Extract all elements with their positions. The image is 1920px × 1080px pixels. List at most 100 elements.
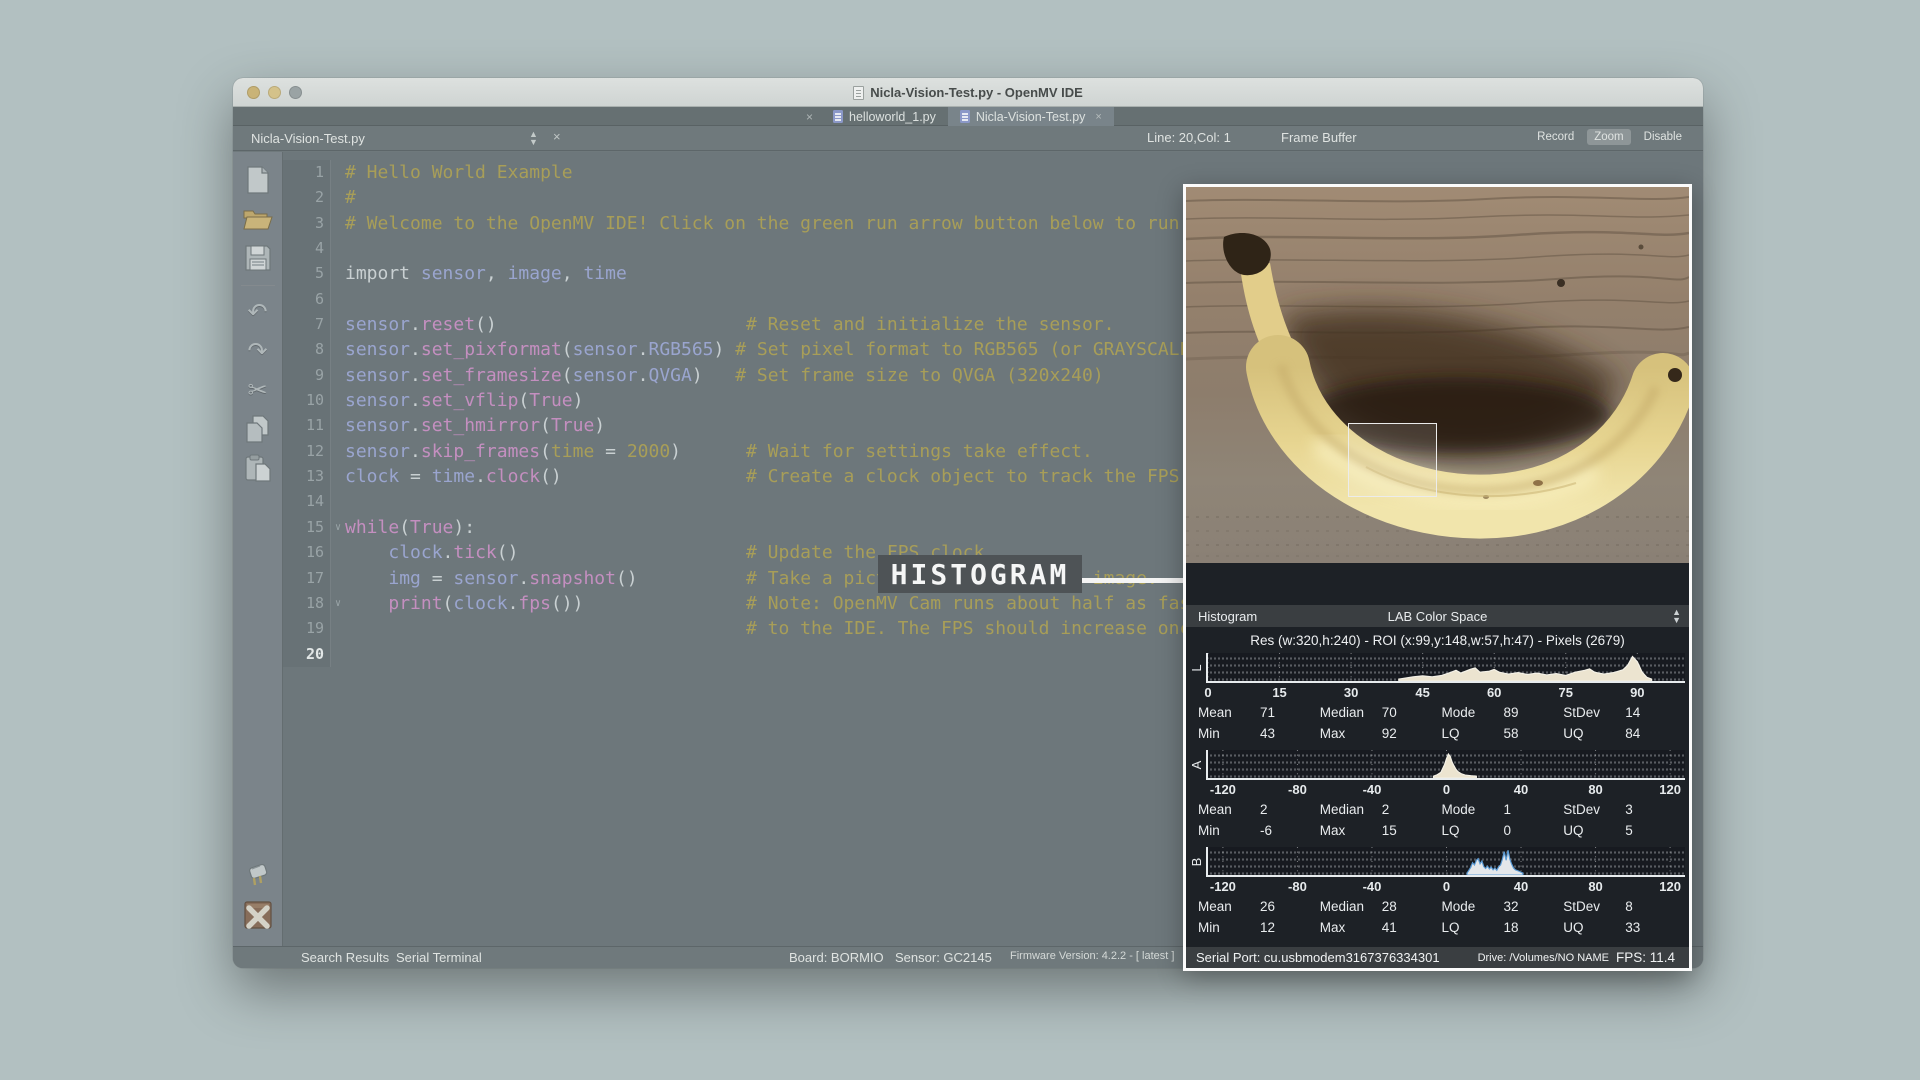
fold-marker-icon	[331, 642, 345, 667]
tab-label: Nicla-Vision-Test.py	[976, 110, 1086, 124]
tab-helloworld[interactable]: helloworld_1.py	[821, 107, 948, 126]
fold-marker-icon	[331, 261, 345, 286]
axis-tick: -40	[1363, 782, 1382, 797]
axis-tick: 0	[1443, 782, 1450, 797]
fold-marker-icon	[331, 464, 345, 489]
fold-marker-icon	[331, 413, 345, 438]
axis-ticks: -120-80-4004080120	[1208, 780, 1685, 799]
line-col-indicator: Line: 20,Col: 1	[1147, 130, 1231, 145]
axis-tick: 0	[1443, 879, 1450, 894]
line-number: 3	[283, 211, 331, 236]
chevron-updown-icon[interactable]: ▲▼	[529, 130, 538, 146]
frame-buffer-panel: Histogram LAB Color Space ▲▼ Res (w:320,…	[1183, 184, 1692, 971]
stat-uq: UQ33	[1563, 917, 1685, 938]
axis-tick: -80	[1288, 782, 1307, 797]
code-text: # Hello World Example	[345, 160, 573, 185]
code-text: import sensor, image, time	[345, 261, 627, 286]
code-text: #	[345, 185, 356, 210]
fold-marker-icon	[331, 312, 345, 337]
axis-tick: 80	[1588, 782, 1602, 797]
code-text: sensor.set_framesize(sensor.QVGA) # Set …	[345, 363, 1104, 388]
stat-uq: UQ84	[1563, 723, 1685, 744]
new-file-icon[interactable]	[242, 164, 274, 196]
redo-icon[interactable]: ↷	[242, 335, 274, 367]
board-status: Board: BORMIO	[789, 950, 884, 965]
stat-stdev: StDev3	[1563, 799, 1685, 820]
code-line-1[interactable]: 1# Hello World Example	[283, 160, 1703, 185]
chevron-updown-icon[interactable]: ▲▼	[1672, 608, 1681, 624]
close-tab-icon[interactable]: ×	[1095, 111, 1101, 123]
axis-tick: 60	[1487, 685, 1501, 700]
axis-tick: -40	[1363, 879, 1382, 894]
channel-stats: Mean71Median70Mode89StDev14Min43Max92LQ5…	[1186, 702, 1685, 744]
fold-marker-icon	[331, 566, 345, 591]
serial-terminal-toggle[interactable]: Serial Terminal	[396, 950, 482, 965]
stat-mean: Mean2	[1198, 799, 1320, 820]
stat-max: Max15	[1320, 820, 1442, 841]
code-text: # Welcome to the OpenMV IDE! Click on th…	[345, 211, 1310, 236]
zoom-button[interactable]: Zoom	[1587, 129, 1630, 145]
line-number: 17	[283, 566, 331, 591]
undo-icon[interactable]: ↶	[242, 296, 274, 328]
fold-marker-icon	[331, 439, 345, 464]
axis-tick: -80	[1288, 879, 1307, 894]
tab-nicla-vision-test[interactable]: Nicla-Vision-Test.py ×	[948, 107, 1114, 126]
stat-lq: LQ18	[1442, 917, 1564, 938]
close-file-icon[interactable]: ×	[553, 129, 561, 144]
stat-min: Min-6	[1198, 820, 1320, 841]
tab-label: helloworld_1.py	[849, 110, 936, 124]
titlebar[interactable]: Nicla-Vision-Test.py - OpenMV IDE	[233, 78, 1703, 107]
fold-marker-icon	[331, 540, 345, 565]
code-text: sensor.set_pixformat(sensor.RGB565) # Se…	[345, 337, 1201, 362]
line-number: 19	[283, 616, 331, 641]
sensor-status: Sensor: GC2145	[895, 950, 992, 965]
paste-icon[interactable]	[242, 452, 274, 484]
save-file-icon[interactable]	[242, 242, 274, 274]
file-selector[interactable]: Nicla-Vision-Test.py	[251, 126, 365, 151]
fps-info: FPS: 11.4	[1616, 950, 1675, 965]
file-icon	[833, 110, 843, 123]
frame-buffer-label: Frame Buffer	[1281, 130, 1357, 145]
channel-stats: Mean2Median2Mode1StDev3Min-6Max15LQ0UQ5	[1186, 799, 1685, 841]
stat-lq: LQ0	[1442, 820, 1564, 841]
color-space-select[interactable]: LAB Color Space	[1186, 609, 1689, 624]
fold-marker-icon	[331, 185, 345, 210]
line-number: 14	[283, 489, 331, 514]
open-file-icon[interactable]	[242, 203, 274, 235]
banana-photo	[1186, 187, 1689, 563]
axis-tick: 30	[1344, 685, 1358, 700]
a-channel-histogram: A -120-80-4004080120 Mean2Median2Mode1St…	[1186, 750, 1685, 841]
line-number: 4	[283, 236, 331, 261]
line-number: 13	[283, 464, 331, 489]
fold-marker-icon	[331, 236, 345, 261]
serial-port-info: Serial Port: cu.usbmodem3167376334301	[1196, 950, 1440, 965]
cut-icon[interactable]: ✂	[242, 374, 274, 406]
toolbar-separator	[241, 285, 275, 286]
code-text: sensor.set_hmirror(True)	[345, 413, 605, 438]
fold-marker-icon[interactable]: ∨	[331, 515, 345, 540]
axis-tick: 40	[1514, 782, 1528, 797]
l-channel-histogram: L 0153045607590 Mean71Median70Mode89StDe…	[1186, 653, 1685, 744]
axis-tick: 45	[1415, 685, 1429, 700]
record-button[interactable]: Record	[1530, 129, 1581, 145]
line-number: 20	[283, 642, 331, 667]
close-icon[interactable]: ×	[798, 110, 821, 124]
connect-icon[interactable]	[242, 860, 274, 892]
fold-marker-icon[interactable]: ∨	[331, 591, 345, 616]
stat-median: Median2	[1320, 799, 1442, 820]
fold-marker-icon	[331, 363, 345, 388]
stat-stdev: StDev8	[1563, 896, 1685, 917]
axis-tick: 120	[1659, 879, 1681, 894]
roi-selection[interactable]	[1348, 423, 1437, 497]
stat-max: Max41	[1320, 917, 1442, 938]
disable-button[interactable]: Disable	[1637, 129, 1689, 145]
line-number: 6	[283, 287, 331, 312]
frame-buffer-image[interactable]	[1186, 187, 1689, 563]
search-results-toggle[interactable]: Search Results	[301, 950, 389, 965]
copy-icon[interactable]	[242, 413, 274, 445]
disconnect-icon[interactable]	[242, 899, 274, 931]
line-number: 10	[283, 388, 331, 413]
stat-mode: Mode32	[1442, 896, 1564, 917]
axis-tick: 0	[1204, 685, 1211, 700]
stat-median: Median28	[1320, 896, 1442, 917]
